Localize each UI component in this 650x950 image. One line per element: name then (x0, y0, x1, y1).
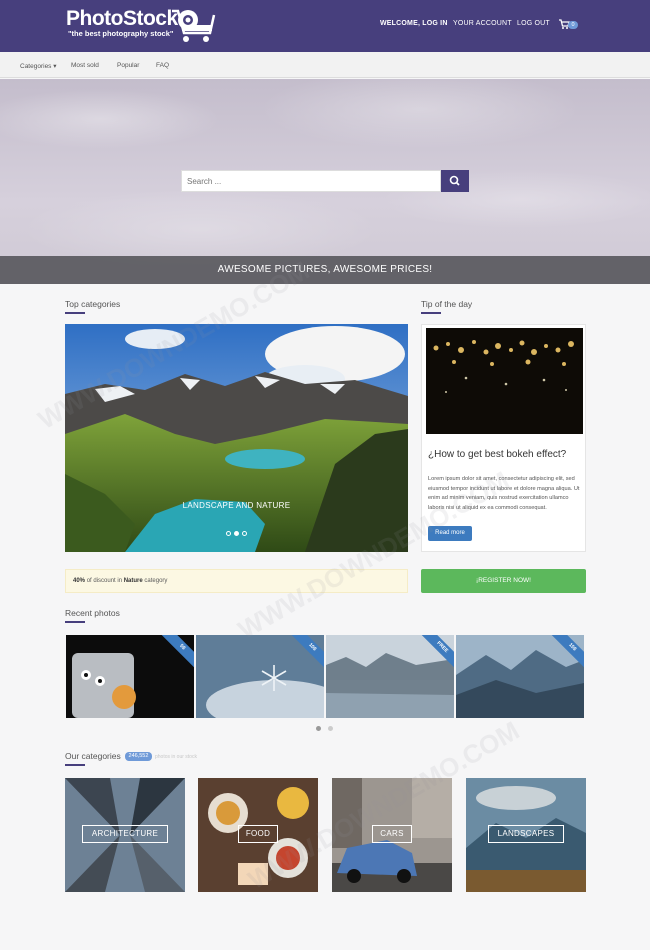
photo-count-badge: 246,552 (125, 752, 152, 761)
tip-of-day-title: Tip of the day (421, 299, 473, 309)
section-underline (421, 312, 441, 314)
carousel-dot[interactable] (242, 531, 247, 536)
carousel-slide-image (65, 324, 408, 552)
most-sold-link[interactable]: Most sold (71, 62, 99, 69)
recent-photos-title: Recent photos (65, 608, 120, 618)
recent-photo[interactable]: 10$ (196, 635, 324, 718)
welcome-prefix: WELCOME, (380, 20, 421, 27)
welcome-text: WELCOME, LOG IN (380, 20, 448, 27)
categories-dropdown[interactable]: Categories ▾ (20, 62, 57, 70)
read-more-button[interactable]: Read more (428, 526, 472, 541)
hero-section: AWESOME PICTURES, AWESOME PRICES! (0, 79, 650, 284)
logout-link[interactable]: LOG OUT (517, 20, 550, 27)
section-underline (65, 621, 85, 623)
top-categories-carousel[interactable]: LANDSCAPE AND NATURE (65, 324, 408, 552)
discount-mid: of discount in (86, 578, 123, 584)
faq-link[interactable]: FAQ (156, 62, 169, 69)
category-tile-architecture[interactable]: ARCHITECTURE (65, 778, 185, 892)
search-icon (449, 175, 460, 186)
popular-link[interactable]: Popular (117, 62, 139, 69)
category-label: LANDSCAPES (488, 825, 564, 843)
carousel-caption: LANDSCAPE AND NATURE (182, 501, 291, 510)
register-now-button[interactable]: ¡REGISTER NOW! (421, 569, 586, 593)
bokeh-image (426, 328, 583, 434)
logo-cart-icon (172, 9, 216, 42)
top-header: PhotoStock "the best photography stock" … (0, 0, 650, 52)
category-label: CARS (372, 825, 412, 843)
cart-count-badge: 0 (568, 21, 578, 29)
our-categories-title: Our categories (65, 751, 121, 761)
top-categories-title: Top categories (65, 299, 121, 309)
your-account-link[interactable]: YOUR ACCOUNT (453, 20, 512, 27)
photo-count-label: photos in our stock (155, 754, 197, 760)
search-button[interactable] (441, 170, 469, 192)
search-input[interactable] (181, 170, 441, 192)
section-underline (65, 764, 85, 766)
tip-body: Lorem ipsum dolor sit amet, consectetur … (428, 476, 580, 511)
carousel-dot[interactable] (226, 531, 231, 536)
category-tile-landscapes[interactable]: LANDSCAPES (466, 778, 586, 892)
recent-dot[interactable] (328, 726, 333, 731)
discount-category-link[interactable]: Nature (124, 578, 143, 584)
section-underline (65, 312, 85, 314)
category-tile-food[interactable]: FOOD (198, 778, 318, 892)
sub-navigation: Categories ▾ Most sold Popular FAQ (0, 52, 650, 78)
category-label: FOOD (238, 825, 278, 843)
login-link[interactable]: LOG IN (422, 20, 447, 27)
recent-photo[interactable]: FREE (326, 635, 454, 718)
carousel-dot-active[interactable] (234, 531, 239, 536)
logo[interactable]: PhotoStock "the best photography stock" (66, 7, 178, 39)
category-tile-cars[interactable]: CARS (332, 778, 452, 892)
tip-card: ¿How to get best bokeh effect? Lorem ips… (421, 324, 586, 552)
recent-dot-active[interactable] (316, 726, 321, 731)
logo-tagline: "the best photography stock" (68, 29, 174, 38)
category-label: ARCHITECTURE (82, 825, 168, 843)
hero-banner: AWESOME PICTURES, AWESOME PRICES! (0, 256, 650, 284)
recent-photo[interactable]: 5$ (66, 635, 194, 718)
caret-down-icon: ▾ (53, 63, 57, 70)
recent-photo[interactable]: 15$ (456, 635, 584, 718)
categories-label: Categories (20, 63, 52, 70)
discount-alert: 40% of discount in Nature category (65, 569, 408, 593)
logo-title: PhotoStock (66, 7, 178, 30)
discount-tail: category (144, 578, 168, 584)
discount-value: 40% (73, 578, 86, 584)
tip-headline: ¿How to get best bokeh effect? (428, 449, 567, 460)
